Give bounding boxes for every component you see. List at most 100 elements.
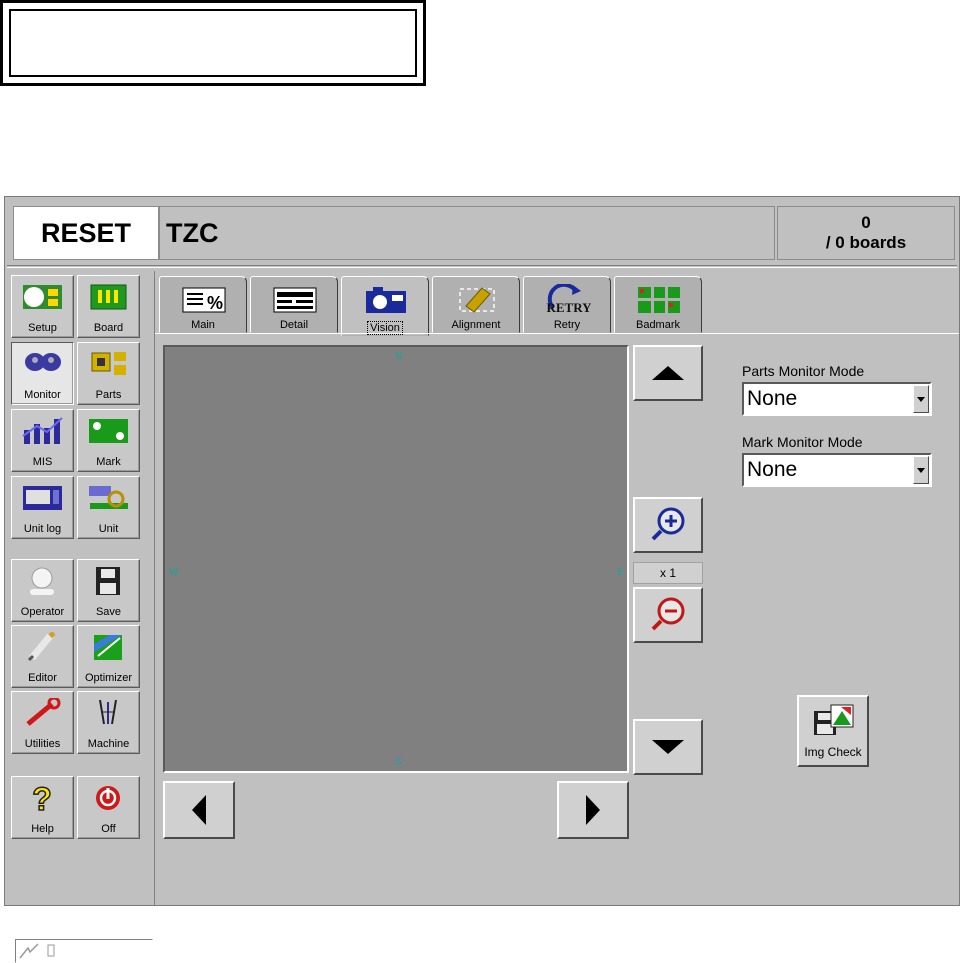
compass-west: W	[169, 567, 179, 578]
power-off-icon	[96, 786, 120, 810]
top-frame-box	[0, 0, 426, 86]
save-icon	[96, 567, 120, 595]
utilities-icon	[26, 698, 61, 726]
menu-mark-button[interactable]: Mark	[77, 409, 140, 472]
parts-monitor-mode-label: Parts Monitor Mode	[742, 363, 865, 379]
menu-save-button[interactable]: Save	[77, 559, 140, 622]
menu-label: Setup	[28, 322, 57, 334]
zoom-level-text: x 1	[659, 566, 676, 580]
status-indicator: RESET	[13, 206, 159, 260]
retry-icon: RETRY	[546, 284, 591, 315]
compass-south: S	[395, 757, 402, 768]
operator-icon	[30, 567, 54, 595]
menu-unit-button[interactable]: Unit	[77, 476, 140, 539]
unit-icon	[89, 486, 128, 509]
svg-text:?: ?	[32, 783, 52, 813]
menu-parts-button[interactable]: Parts	[77, 342, 140, 405]
compass-east: E	[617, 567, 624, 578]
unit-log-icon	[23, 486, 62, 510]
menu-label: Save	[95, 606, 122, 618]
parts-icon	[91, 352, 126, 375]
arrow-right-icon	[586, 795, 600, 825]
connection-icon	[19, 943, 55, 959]
program-title-text: TZC	[166, 217, 219, 248]
menu-label: Operator	[20, 606, 65, 618]
zoom-in-icon	[651, 507, 685, 541]
left-menu: Setup Board Monitor Parts MIS Mark Unit …	[7, 271, 155, 963]
arrow-up-icon	[652, 366, 684, 380]
scroll-right-button[interactable]	[557, 781, 629, 839]
mark-monitor-mode-label: Mark Monitor Mode	[742, 434, 863, 450]
menu-help-button[interactable]: ? Help	[11, 776, 74, 839]
img-check-label: Img Check	[804, 745, 862, 759]
zoom-out-button[interactable]	[633, 587, 703, 643]
img-check-button[interactable]: Img Check	[797, 695, 869, 767]
compass-north: N	[395, 351, 403, 362]
tab-alignment[interactable]: Alignment	[432, 276, 520, 333]
vision-view[interactable]: N S W E	[163, 345, 629, 773]
board-count-value: 0	[861, 213, 871, 232]
menu-machine-button[interactable]: Machine	[77, 691, 140, 754]
status-strip	[15, 939, 153, 963]
menu-monitor-button[interactable]: Monitor	[11, 342, 74, 405]
mark-icon	[89, 419, 128, 443]
tab-vision[interactable]: Vision	[341, 276, 429, 336]
menu-label: Editor	[28, 672, 57, 684]
tab-label: Badmark	[635, 319, 681, 331]
tab-label: Alignment	[451, 319, 501, 331]
menu-label: Help	[31, 823, 54, 835]
menu-optimizer-button[interactable]: Optimizer	[77, 625, 140, 688]
menu-setup-button[interactable]: Setup	[11, 275, 74, 338]
menu-label: Unit log	[23, 523, 62, 535]
chevron-down-icon[interactable]	[913, 385, 929, 413]
status-text: RESET	[40, 217, 132, 248]
menu-editor-button[interactable]: Editor	[11, 625, 74, 688]
scroll-left-button[interactable]	[163, 781, 235, 839]
img-check-icon	[814, 704, 854, 735]
tab-label: Retry	[553, 319, 581, 331]
menu-label: Machine	[87, 738, 130, 750]
tab-label: Main	[191, 319, 215, 331]
editor-icon	[27, 632, 56, 662]
menu-operator-button[interactable]: Operator	[11, 559, 74, 622]
tab-detail[interactable]: Detail	[250, 276, 338, 333]
menu-label: Utilities	[24, 738, 61, 750]
menu-board-button[interactable]: Board	[77, 275, 140, 338]
zoom-in-button[interactable]	[633, 497, 703, 553]
scroll-down-button[interactable]	[633, 719, 703, 775]
optimizer-icon	[94, 635, 122, 660]
mark-monitor-mode-select[interactable]: None	[742, 453, 932, 487]
menu-unit-log-button[interactable]: Unit log	[11, 476, 74, 539]
arrow-left-icon	[192, 795, 206, 825]
menu-mis-button[interactable]: MIS	[11, 409, 74, 472]
menu-off-button[interactable]: Off	[77, 776, 140, 839]
zoom-level: x 1	[633, 562, 703, 584]
tab-label: Detail	[279, 319, 309, 331]
svg-text:RETRY: RETRY	[546, 300, 591, 315]
header-divider	[7, 265, 957, 268]
svg-text:%: %	[207, 293, 223, 313]
machine-icon	[99, 699, 117, 725]
alignment-icon	[459, 287, 495, 313]
parts-monitor-mode-value: None	[747, 387, 798, 410]
menu-label: MIS	[32, 456, 53, 468]
parts-monitor-mode-select[interactable]: None	[742, 382, 932, 416]
program-title: TZC	[159, 206, 775, 260]
camera-icon	[366, 287, 406, 313]
main-icon: %	[182, 287, 226, 313]
menu-label: Board	[93, 322, 124, 334]
help-icon: ?	[31, 783, 52, 813]
chevron-down-icon[interactable]	[913, 456, 929, 484]
board-counter: 0 / 0 boards	[777, 206, 955, 260]
scroll-up-button[interactable]	[633, 345, 703, 401]
setup-icon	[23, 285, 62, 309]
mark-monitor-mode-value: None	[747, 458, 798, 481]
menu-utilities-button[interactable]: Utilities	[11, 691, 74, 754]
tab-main[interactable]: % Main	[159, 276, 247, 333]
tab-retry[interactable]: RETRY Retry	[523, 276, 611, 333]
tab-badmark[interactable]: Badmark	[614, 276, 702, 333]
zoom-out-icon	[651, 597, 685, 631]
badmark-icon	[638, 287, 680, 313]
monitor-icon	[25, 353, 61, 371]
board-count-total: / 0 boards	[825, 233, 907, 252]
